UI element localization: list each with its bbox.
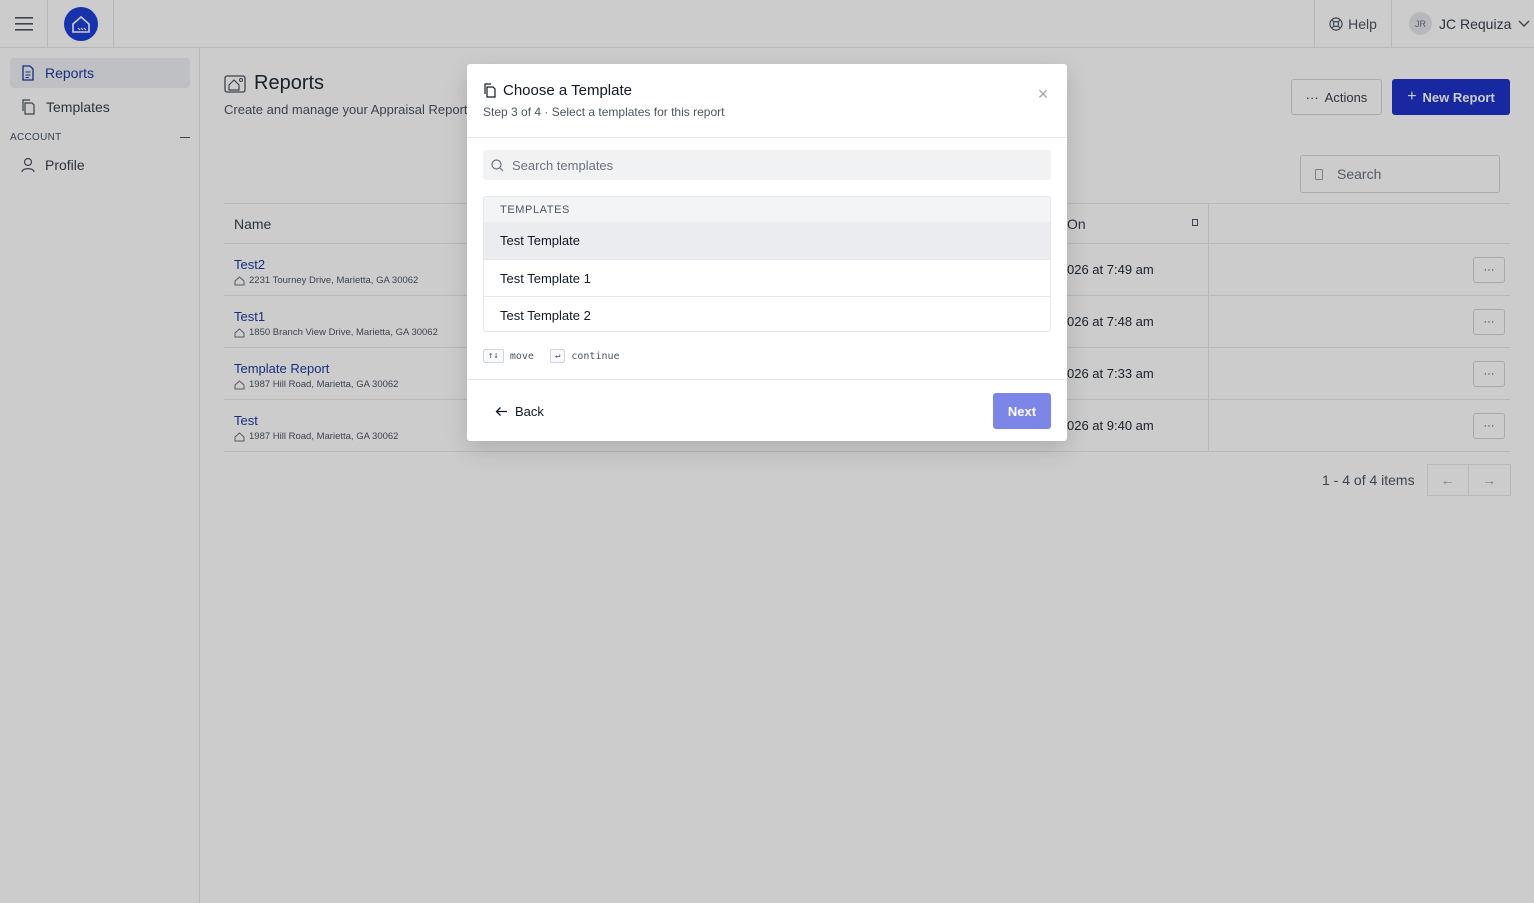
arrow-left-icon (495, 407, 507, 416)
template-option[interactable]: Test Template 1 (484, 259, 1050, 296)
back-button[interactable]: Back (495, 404, 544, 419)
enter-key-hint: ↵ (549, 349, 566, 363)
template-list: TEMPLATES Test Template Test Template 1 … (483, 196, 1051, 332)
template-option[interactable]: Test Template 2 (484, 296, 1050, 331)
hint-continue: continue (571, 350, 620, 362)
search-icon (491, 158, 504, 171)
copy-icon (484, 83, 496, 98)
search-placeholder: Search templates (512, 157, 614, 173)
choose-template-dialog: Choose a Template Step 3 of 4 · Select a… (467, 64, 1067, 441)
hint-move: move (509, 350, 534, 362)
template-option[interactable]: Test Template (484, 222, 1050, 259)
dialog-subtitle: Step 3 of 4 · Select a templates for thi… (483, 105, 725, 119)
dialog-title: Choose a Template (503, 82, 632, 99)
dialog-footer: Back Next (467, 379, 1067, 441)
template-list-header: TEMPLATES (484, 197, 1050, 222)
next-button[interactable]: Next (993, 393, 1051, 429)
back-label: Back (515, 404, 544, 419)
arrow-keys-hint: ↑↓ (483, 349, 504, 363)
close-icon: × (1037, 84, 1049, 104)
close-button[interactable]: × (1035, 84, 1051, 104)
keyboard-hints: ↑↓ move ↵ continue (483, 349, 620, 363)
template-search-input[interactable]: Search templates (483, 150, 1051, 180)
dialog-header: Choose a Template Step 3 of 4 · Select a… (467, 64, 1067, 138)
